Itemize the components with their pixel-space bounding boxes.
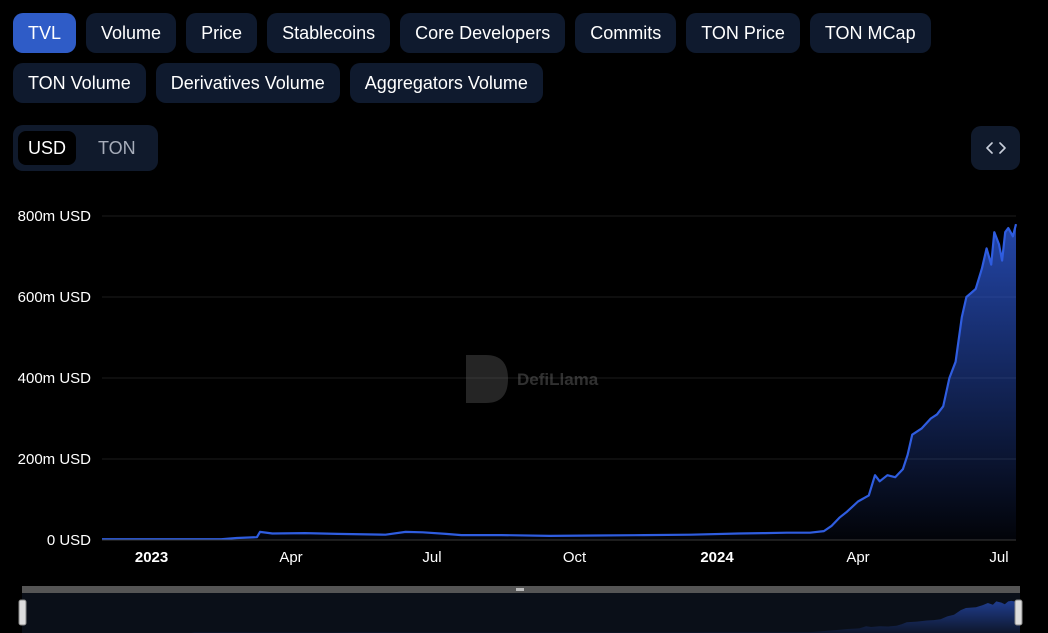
x-tick-label: 2023	[135, 549, 168, 566]
x-tick-label: Jul	[989, 549, 1008, 566]
watermark-text: DefiLlama	[517, 370, 599, 389]
y-tick-label: 600m USD	[18, 289, 92, 306]
tab-row-2: TON Volume Derivatives Volume Aggregator…	[13, 63, 1043, 103]
x-tick-label: Apr	[846, 549, 869, 566]
tab-row-1: TVL Volume Price Stablecoins Core Develo…	[13, 13, 1043, 53]
llama-logo-icon	[466, 355, 508, 403]
x-axis-labels: 2023 Apr Jul Oct 2024 Apr Jul	[135, 549, 1009, 566]
slider-grip-icon	[516, 588, 524, 591]
tab-derivatives-volume[interactable]: Derivatives Volume	[155, 63, 340, 103]
x-tick-label: Jul	[422, 549, 441, 566]
tab-tvl[interactable]: TVL	[13, 13, 77, 53]
denomination-toggle: USD TON	[13, 125, 158, 171]
tab-stablecoins[interactable]: Stablecoins	[267, 13, 391, 53]
embed-code-button[interactable]	[971, 126, 1020, 170]
range-slider[interactable]	[18, 586, 1023, 633]
y-axis-labels: 0 USD 200m USD 400m USD 600m USD 800m USD	[18, 208, 92, 549]
watermark: DefiLlama	[466, 355, 599, 403]
tvl-chart: 0 USD 200m USD 400m USD 600m USD 800m USD De…	[18, 208, 1023, 633]
tab-price[interactable]: Price	[186, 13, 258, 53]
x-tick-label: 2024	[700, 549, 734, 566]
x-tick-label: Apr	[279, 549, 302, 566]
tab-commits[interactable]: Commits	[575, 13, 677, 53]
toggle-ton[interactable]: TON	[88, 131, 146, 165]
y-tick-label: 400m USD	[18, 370, 92, 387]
slider-handle-left[interactable]	[18, 599, 27, 626]
x-tick-label: Oct	[563, 549, 587, 566]
y-tick-label: 200m USD	[18, 451, 92, 468]
tab-aggregators-volume[interactable]: Aggregators Volume	[349, 63, 543, 103]
y-tick-label: 0 USD	[47, 532, 91, 549]
tab-core-developers[interactable]: Core Developers	[400, 13, 566, 53]
tab-ton-price[interactable]: TON Price	[686, 13, 800, 53]
grid-lines	[102, 215, 1016, 460]
code-brackets-icon	[985, 142, 1006, 154]
tab-ton-volume[interactable]: TON Volume	[13, 63, 146, 103]
slider-handle-right[interactable]	[1014, 599, 1023, 626]
tab-volume[interactable]: Volume	[86, 13, 177, 53]
tab-ton-mcap[interactable]: TON MCap	[809, 13, 931, 53]
toggle-usd[interactable]: USD	[18, 131, 77, 165]
metric-tabs: TVL Volume Price Stablecoins Core Develo…	[13, 13, 1043, 113]
y-tick-label: 800m USD	[18, 208, 92, 225]
